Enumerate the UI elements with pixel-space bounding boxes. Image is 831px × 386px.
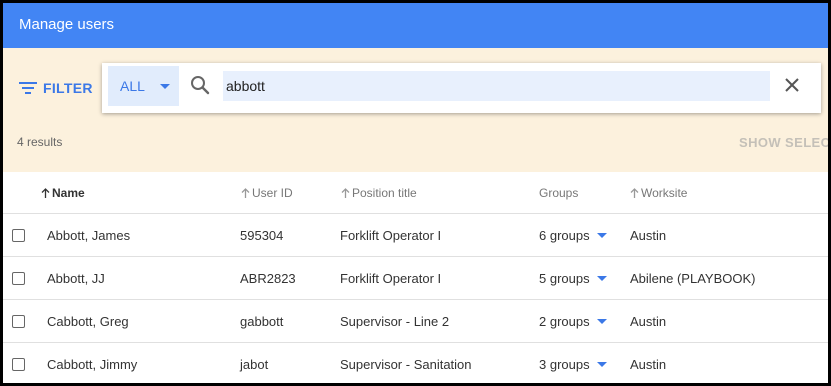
search-box: ALL — [102, 63, 821, 113]
cell-user-id: gabbott — [240, 314, 284, 329]
column-header-groups-label: Groups — [539, 186, 579, 200]
results-count: 4 results — [17, 135, 63, 149]
sort-arrow-icon — [241, 188, 250, 198]
scope-dropdown[interactable]: ALL — [108, 66, 179, 106]
table-row: Cabbott, Jimmy jabot Supervisor - Sanita… — [3, 343, 828, 383]
groups-dropdown[interactable]: 5 groups — [539, 271, 607, 286]
users-table: Name User ID Position title Groups Works… — [3, 172, 828, 383]
sort-arrow-icon — [341, 188, 350, 198]
cell-worksite: Abilene (PLAYBOOK) — [630, 271, 756, 286]
chevron-down-icon — [596, 233, 607, 238]
scope-value: ALL — [120, 78, 145, 94]
groups-dropdown[interactable]: 2 groups — [539, 314, 607, 329]
cell-position: Forklift Operator I — [340, 271, 442, 286]
cell-name[interactable]: Cabbott, Jimmy — [47, 357, 137, 372]
column-header-groups: Groups — [539, 186, 578, 200]
filter-toolbar: FILTER ALL 4 results SHOW SELECTED — [3, 48, 828, 172]
row-checkbox[interactable] — [12, 272, 25, 285]
column-header-name-label: Name — [52, 186, 85, 200]
sort-arrow-icon — [630, 188, 639, 198]
cell-name[interactable]: Abbott, JJ — [47, 271, 105, 286]
table-row: Abbott, JJ ABR2823 Forklift Operator I 5… — [3, 257, 828, 300]
cell-user-id: ABR2823 — [240, 271, 296, 286]
column-header-user-id[interactable]: User ID — [241, 186, 293, 200]
chevron-down-icon — [160, 84, 170, 89]
cell-position: Supervisor - Line 2 — [340, 314, 450, 329]
cell-groups: 3 groups — [539, 357, 590, 372]
chevron-down-icon — [596, 319, 607, 324]
filter-button[interactable]: FILTER — [19, 76, 93, 100]
row-checkbox[interactable] — [12, 229, 25, 242]
search-input[interactable] — [223, 71, 770, 101]
sort-arrow-icon — [41, 188, 50, 198]
cell-groups: 5 groups — [539, 271, 590, 286]
cell-groups: 2 groups — [539, 314, 590, 329]
cell-user-id: jabot — [240, 357, 269, 372]
window-title: Manage users — [19, 16, 115, 33]
groups-dropdown[interactable]: 3 groups — [539, 357, 607, 372]
column-header-position-label: Position title — [352, 186, 417, 200]
filter-icon — [19, 82, 37, 94]
manage-users-window: Manage users FILTER ALL abbott 4 results… — [3, 3, 828, 383]
table-row: Abbott, James 595304 Forklift Operator I… — [3, 214, 828, 257]
cell-user-id: 595304 — [240, 228, 284, 243]
column-header-worksite-label: Worksite — [641, 186, 688, 200]
groups-dropdown[interactable]: 6 groups — [539, 228, 607, 243]
chevron-down-icon — [596, 276, 607, 281]
cell-name[interactable]: Abbott, James — [47, 228, 130, 243]
cell-worksite: Austin — [630, 228, 667, 243]
cell-name[interactable]: Cabbott, Greg — [47, 314, 129, 329]
filter-label: FILTER — [43, 80, 93, 96]
table-header: Name User ID Position title Groups Works… — [3, 172, 828, 214]
column-header-worksite[interactable]: Worksite — [630, 186, 687, 200]
column-header-name[interactable]: Name — [41, 186, 85, 200]
cell-worksite: Austin — [630, 357, 667, 372]
table-row: Cabbott, Greg gabbott Supervisor - Line … — [3, 300, 828, 343]
show-selected-button[interactable]: SHOW SELECTED — [739, 135, 828, 150]
column-header-user-id-label: User ID — [252, 186, 293, 200]
search-icon — [191, 76, 210, 95]
row-checkbox[interactable] — [12, 358, 25, 371]
cell-position: Supervisor - Sanitation — [340, 357, 472, 372]
cell-position: Forklift Operator I — [340, 228, 442, 243]
chevron-down-icon — [596, 362, 607, 367]
row-checkbox[interactable] — [12, 315, 25, 328]
close-icon[interactable] — [784, 77, 800, 93]
title-bar: Manage users — [3, 3, 828, 48]
cell-worksite: Austin — [630, 314, 667, 329]
column-header-position[interactable]: Position title — [341, 186, 417, 200]
cell-groups: 6 groups — [539, 228, 590, 243]
